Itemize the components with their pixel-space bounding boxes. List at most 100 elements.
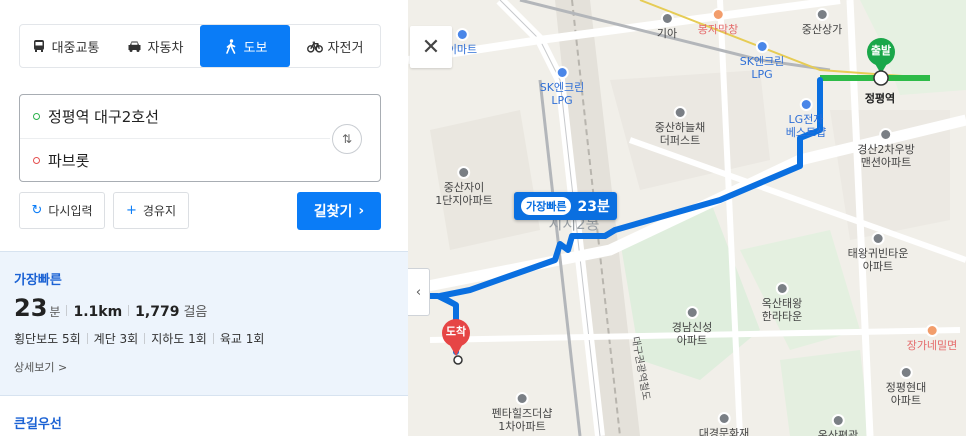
poi-marker-icon <box>455 28 469 41</box>
poi-label: 중산하늘채 <box>654 121 706 134</box>
tab-label: 자동차 <box>147 40 184 56</box>
poi-label: 맨션아파트 <box>860 156 912 169</box>
map-poi[interactable]: 태왕귀빈타운 아파트 <box>847 232 909 273</box>
poi-marker-icon <box>879 128 893 141</box>
map-poi[interactable]: 펜타힐즈더샵 1차아파트 <box>491 392 553 433</box>
swap-icon[interactable]: ⇅ <box>332 124 362 154</box>
poi-marker-icon <box>925 324 939 337</box>
map-poi[interactable]: 대경문화재연구원 <box>699 412 749 436</box>
poi-label: 1차아파트 <box>498 420 546 433</box>
close-icon[interactable]: ✕ <box>410 26 452 68</box>
poi-label: 경남신성 <box>671 321 713 334</box>
step-count: 1,779 <box>135 304 180 320</box>
map-poi[interactable]: 옥산태왕 한라타운 <box>762 282 802 323</box>
details-link[interactable]: 상세보기 > <box>14 359 67 375</box>
poi-label: 아파트 <box>676 334 708 347</box>
route-inputs: 정평역 대구2호선 파브롯 ⇅ <box>19 94 381 182</box>
find-route-button[interactable]: 길찾기 › <box>297 192 381 230</box>
origin-dot-icon <box>33 113 40 120</box>
plus-icon: + <box>125 203 137 218</box>
map-poi[interactable]: 기아 <box>657 12 677 40</box>
reset-button[interactable]: ↻ 다시입력 <box>19 192 105 229</box>
poi-marker-icon <box>457 166 471 179</box>
poi-label: 아파트 <box>890 394 922 407</box>
collapse-panel-button[interactable]: ‹ <box>408 268 430 316</box>
poi-marker-icon <box>899 366 913 379</box>
poi-label: SK엔크린 <box>739 55 785 68</box>
map-poi[interactable]: 옥산평광신화타운 <box>818 414 858 436</box>
poi-label: LPG <box>551 94 573 107</box>
end-marker-label: 도착 <box>445 325 467 338</box>
tab-transit[interactable]: 대중교통 <box>20 25 110 67</box>
map-poi[interactable]: 중산자이 1단지아파트 <box>435 166 493 207</box>
poi-label: 정평현대 <box>885 381 927 394</box>
walk-icon <box>223 38 239 54</box>
start-marker-label: 출발 <box>870 44 892 57</box>
poi-label: LPG <box>751 68 773 81</box>
map-poi[interactable]: 중산하늘채 더퍼스트 <box>654 106 706 147</box>
chevron-left-icon: ‹ <box>415 284 422 300</box>
map-canvas <box>408 0 966 436</box>
map-poi[interactable]: SK엔크린 LPG <box>739 40 785 81</box>
poi-marker-icon <box>711 8 725 21</box>
duration-minutes: 23 <box>14 294 48 322</box>
tab-label: 도보 <box>243 40 268 56</box>
step-unit: 걸음 <box>183 305 208 320</box>
stairs-count: 계단 3회 <box>93 332 139 346</box>
map-poi[interactable]: 경남신성 아파트 <box>672 306 712 347</box>
poi-label: 더퍼스트 <box>659 134 701 147</box>
poi-label: 태왕귀빈타운 <box>847 247 909 260</box>
divider <box>128 305 130 316</box>
tab-label: 자전거 <box>327 40 364 56</box>
add-waypoint-button[interactable]: + 경유지 <box>113 192 189 229</box>
poi-label: 펜타힐즈더샵 <box>491 407 553 420</box>
reset-label: 다시입력 <box>48 204 93 218</box>
map-poi[interactable]: LG전자 베스트샵 <box>786 98 826 139</box>
underpass-count: 지하도 1회 <box>151 332 207 346</box>
poi-label: 중산상가 <box>801 23 843 36</box>
destination-field[interactable]: 파브롯 <box>20 139 320 182</box>
map-poi[interactable]: 정평현대 아파트 <box>886 366 926 407</box>
poi-label: 봉자막창 <box>697 23 739 36</box>
divider <box>66 305 68 316</box>
poi-label: LG전자 <box>788 113 824 126</box>
map-view[interactable]: 출발 도착 시지2동 대구권광역철도 기아 봉자막창 중산상가 이마트 SK엔크린 LPG… <box>408 0 966 436</box>
map-poi[interactable]: 봉자막창 <box>698 8 738 36</box>
origin-value: 정평역 대구2호선 <box>48 108 159 126</box>
crosswalk-count: 횡단보도 5회 <box>14 332 81 346</box>
map-poi[interactable]: SK엔크린 LPG <box>540 66 584 107</box>
waypoint-label: 경유지 <box>142 204 177 218</box>
route-summary: 23 분 1.1km 1,779 걸음 <box>14 294 207 322</box>
map-poi[interactable]: 중산상가 <box>802 8 842 36</box>
duration-unit: 분 <box>49 305 61 319</box>
poi-label: 한라타운 <box>761 310 803 323</box>
chevron-right-icon: › <box>358 203 365 219</box>
car-icon <box>127 38 143 54</box>
route-tag-main-road[interactable]: 큰길우선 <box>14 413 62 432</box>
origin-field[interactable]: 정평역 대구2호선 <box>20 95 330 139</box>
tab-car[interactable]: 자동차 <box>110 25 200 67</box>
transport-mode-tabs: 대중교통 자동차 도보 자전거 <box>19 24 381 68</box>
distance: 1.1km <box>73 304 123 320</box>
poi-label: 옥산평광 <box>817 429 859 436</box>
map-poi[interactable]: 정평역 <box>865 92 895 105</box>
poi-label: 아파트 <box>862 260 894 273</box>
bus-icon <box>31 38 47 54</box>
poi-marker-icon <box>717 412 731 425</box>
divider <box>212 333 214 344</box>
route-time-badge: 가장빠른 23분 <box>514 192 617 220</box>
tab-walk[interactable]: 도보 <box>200 25 290 67</box>
poi-label: 정평역 <box>864 92 896 105</box>
find-label: 길찾기 <box>313 204 353 220</box>
poi-marker-icon <box>799 98 813 111</box>
badge-time: 23분 <box>577 199 610 215</box>
poi-label: 베스트샵 <box>785 126 827 139</box>
poi-label: 옥산태왕 <box>761 297 803 310</box>
route-result-fastest[interactable]: 가장빠른 23 분 1.1km 1,779 걸음 횡단보도 5회 계단 3회 지… <box>0 251 408 396</box>
divider <box>144 333 146 344</box>
poi-marker-icon <box>871 232 885 245</box>
map-poi[interactable]: 장가네밀면 <box>907 324 957 352</box>
tab-bike[interactable]: 자전거 <box>290 25 380 67</box>
map-poi[interactable]: 경산2차우방 맨션아파트 <box>857 128 915 169</box>
badge-tag: 가장빠른 <box>521 197 572 215</box>
